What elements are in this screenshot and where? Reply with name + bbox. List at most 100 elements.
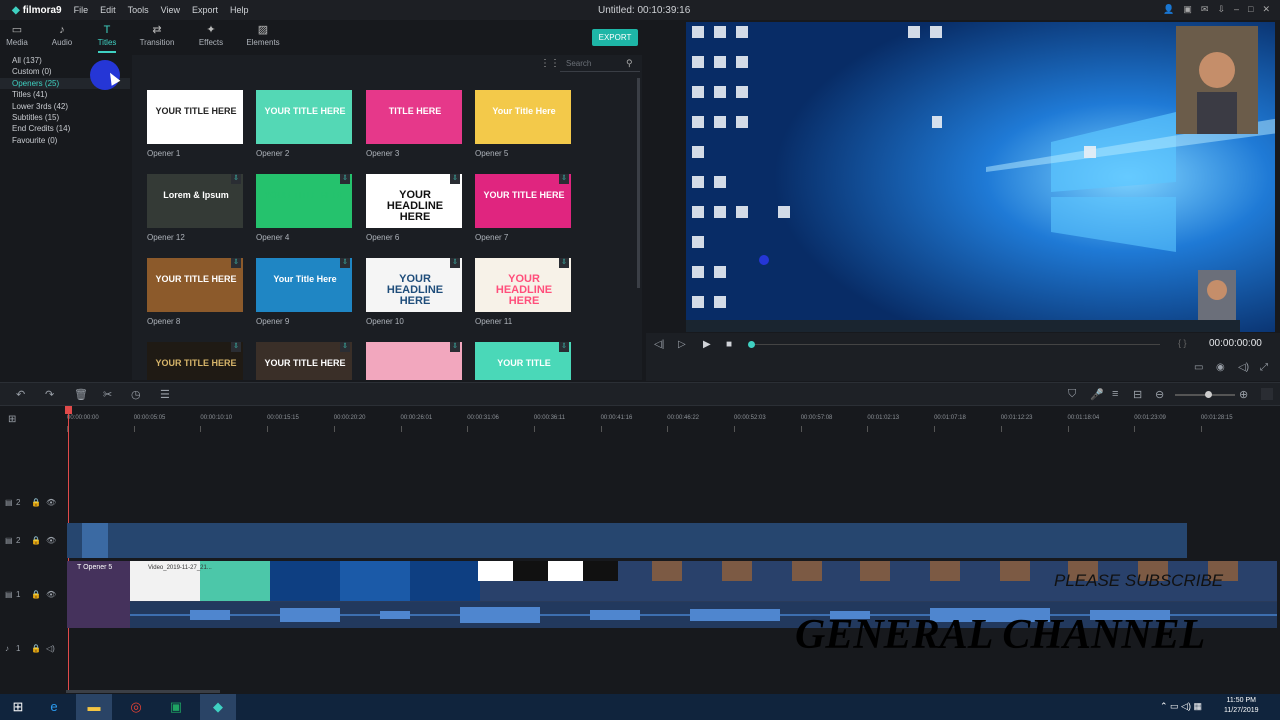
download-icon[interactable]: ⇩: [559, 174, 569, 184]
category-titles[interactable]: Titles (41): [0, 89, 130, 100]
menu-export[interactable]: Export: [192, 5, 218, 15]
title-template-thumbnail[interactable]: YOUR TITLE ⇩: [475, 342, 571, 380]
category-lower-thirds[interactable]: Lower 3rds (42): [0, 101, 130, 112]
file-explorer-icon[interactable]: ▬: [76, 694, 112, 720]
download-icon[interactable]: ⇩: [340, 342, 350, 352]
tab-elements[interactable]: ▨ Elements: [238, 22, 288, 47]
close-icon[interactable]: ✕: [1262, 4, 1270, 15]
timeline-ruler[interactable]: ⊞ 00:00:00:00 00:00:05:05 00:00:10:10 00:00…: [0, 406, 1280, 434]
opener-title-clip[interactable]: T Opener 5: [67, 561, 130, 628]
adjust-icon[interactable]: ☰: [160, 388, 170, 401]
search-icon[interactable]: ⚲: [626, 58, 633, 69]
menu-edit[interactable]: Edit: [100, 5, 116, 15]
download-icon[interactable]: ⇩: [340, 174, 350, 184]
download-icon[interactable]: ⇩: [450, 342, 460, 352]
download-icon[interactable]: ⇩: [340, 258, 350, 268]
voiceover-icon[interactable]: ≡: [1112, 388, 1118, 400]
overlay-video-clip[interactable]: [67, 523, 1187, 558]
lock-icon[interactable]: 🔒: [31, 590, 41, 599]
fullscreen-icon[interactable]: ⤢: [1260, 362, 1268, 373]
title-template-thumbnail[interactable]: YOUR TITLE HERE ⇩: [147, 342, 243, 380]
account-icon[interactable]: 👤: [1163, 4, 1174, 15]
marker-icon[interactable]: ⛉: [1068, 388, 1076, 401]
zoom-out-icon[interactable]: ⊖: [1155, 388, 1164, 401]
stop-icon[interactable]: ■: [726, 339, 732, 350]
tab-effects[interactable]: ✦ Effects: [186, 22, 236, 47]
tab-transition[interactable]: ⇄ Transition: [132, 22, 182, 47]
title-template-thumbnail[interactable]: YOUR HEADLINE HERE ⇩: [475, 258, 571, 312]
title-template-thumbnail[interactable]: YOUR HEADLINE HERE ⇩: [366, 258, 462, 312]
title-template-thumbnail[interactable]: YOUR TITLE HERE ⇩: [147, 258, 243, 312]
menu-tools[interactable]: Tools: [128, 5, 149, 15]
lock-icon[interactable]: 🔒: [31, 644, 41, 653]
category-favourite[interactable]: Favourite (0): [0, 135, 130, 146]
download-icon[interactable]: ⇩: [231, 342, 241, 352]
snapshot-icon[interactable]: ◉: [1216, 362, 1225, 373]
export-button[interactable]: EXPORT: [592, 29, 638, 46]
zoom-in-icon[interactable]: ⊕: [1239, 388, 1248, 401]
maximize-icon[interactable]: □: [1248, 4, 1253, 15]
tab-media[interactable]: ▭ Media: [0, 22, 42, 47]
zoom-slider-handle[interactable]: [1205, 391, 1212, 398]
lock-icon[interactable]: 🔒: [31, 536, 41, 545]
split-screen-icon[interactable]: ⊟: [1133, 388, 1142, 401]
delete-icon[interactable]: 🗑: [74, 388, 88, 401]
title-template-thumbnail[interactable]: YOUR TITLE HERE ⇩: [256, 342, 352, 380]
windows-start-icon[interactable]: ⊞: [0, 694, 36, 720]
title-template-thumbnail[interactable]: YOUR HEADLINE HERE ⇩: [366, 174, 462, 228]
category-subtitles[interactable]: Subtitles (15): [0, 112, 130, 123]
tab-audio[interactable]: ♪ Audio: [37, 22, 87, 47]
menu-help[interactable]: Help: [230, 5, 249, 15]
category-end-credits[interactable]: End Credits (14): [0, 123, 130, 134]
save-icon[interactable]: ▣: [1183, 4, 1192, 15]
lock-icon[interactable]: 🔒: [31, 498, 41, 507]
play-icon[interactable]: ▶: [703, 339, 711, 350]
previous-frame-icon[interactable]: ◁|: [654, 339, 664, 350]
download-icon[interactable]: ⇩: [559, 342, 569, 352]
volume-icon[interactable]: ◁): [1238, 362, 1249, 373]
timeline-scrollbar-thumb[interactable]: [66, 690, 220, 693]
download-icon[interactable]: ⇩: [450, 174, 460, 184]
download-icon[interactable]: ⇩: [231, 174, 241, 184]
eye-icon[interactable]: 👁: [46, 590, 56, 599]
title-template-thumbnail[interactable]: YOUR TITLE HERE ⇩: [256, 174, 352, 228]
download-icon[interactable]: ⇩: [450, 258, 460, 268]
grid-view-icon[interactable]: ⋮⋮: [540, 58, 560, 69]
title-template-thumbnail[interactable]: Lorem & Ipsum ⇩: [147, 174, 243, 228]
cut-icon[interactable]: ✂: [103, 388, 112, 401]
eye-icon[interactable]: 👁: [46, 536, 56, 545]
store-icon[interactable]: ▣: [158, 694, 194, 720]
display-settings-icon[interactable]: ▭: [1194, 362, 1203, 373]
filmora-taskbar-icon[interactable]: ◆: [200, 694, 236, 720]
edge-browser-icon[interactable]: e: [36, 694, 72, 720]
menu-file[interactable]: File: [74, 5, 89, 15]
redo-icon[interactable]: ↷: [45, 388, 54, 401]
eye-icon[interactable]: 👁: [46, 498, 56, 507]
chrome-icon[interactable]: ◎: [118, 694, 154, 720]
bracket-icons[interactable]: { }: [1178, 338, 1187, 348]
undo-icon[interactable]: ↶: [16, 388, 25, 401]
title-template-thumbnail[interactable]: Your Title Here: [475, 90, 571, 144]
title-template-thumbnail[interactable]: Your Title Here ⇩: [256, 258, 352, 312]
title-template-thumbnail[interactable]: ⇩: [366, 342, 462, 380]
system-clock[interactable]: 11:50 PM 11/27/2019: [1224, 696, 1259, 716]
panel-toggle-icon[interactable]: [1261, 388, 1273, 400]
tab-titles[interactable]: T Titles: [82, 22, 132, 47]
library-scrollbar[interactable]: [637, 78, 640, 288]
title-template-thumbnail[interactable]: YOUR TITLE HERE: [256, 90, 352, 144]
notification-icon[interactable]: ✉: [1201, 4, 1209, 15]
play-reverse-icon[interactable]: ▷: [678, 339, 686, 350]
title-template-thumbnail[interactable]: YOUR TITLE HERE ⇩: [475, 174, 571, 228]
microphone-icon[interactable]: 🎤: [1090, 388, 1104, 401]
playback-scrubber[interactable]: [748, 341, 755, 348]
speed-icon[interactable]: ◷: [131, 388, 141, 401]
tray-icons[interactable]: ⌃ ▭ ◁) ▦: [1160, 701, 1202, 712]
title-template-thumbnail[interactable]: TITLE HERE: [366, 90, 462, 144]
title-template-thumbnail[interactable]: YOUR TITLE HERE: [147, 90, 243, 144]
minimize-icon[interactable]: –: [1234, 4, 1239, 15]
playback-progress-track[interactable]: [750, 344, 1160, 345]
add-track-icon[interactable]: ⊞: [8, 414, 16, 425]
download-icon[interactable]: ⇩: [1217, 4, 1225, 15]
download-icon[interactable]: ⇩: [231, 258, 241, 268]
speaker-icon[interactable]: ◁): [46, 644, 55, 653]
